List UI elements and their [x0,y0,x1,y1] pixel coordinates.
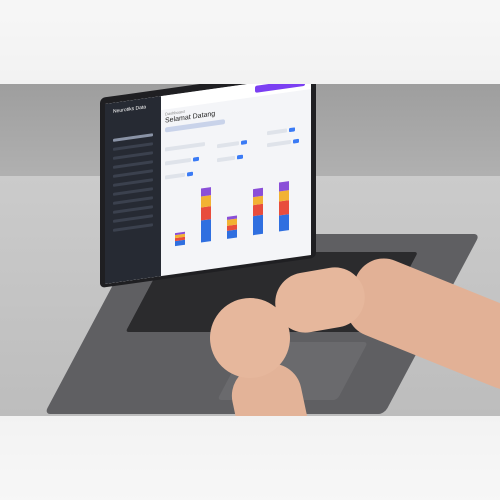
chart-bar-segment [279,213,289,232]
sidebar-item[interactable] [113,160,153,169]
chart-bar-segment [279,189,289,202]
stacked-bar-chart [165,168,305,258]
app-sidebar: Neurotiks Data [105,96,161,284]
laptop-screen: Neurotiks Data Dashboard Selamat Datang [105,84,311,284]
sidebar-item[interactable] [113,142,153,151]
filter-toggle[interactable] [187,171,193,177]
chart-bar-segment [201,195,211,208]
chart-bar-segment [253,214,263,236]
sidebar-item[interactable] [113,214,153,223]
sidebar-item[interactable] [113,133,153,142]
filter-toggle[interactable] [193,156,199,162]
chart-bar-segment [279,200,289,216]
filter-toggle[interactable] [241,140,247,145]
sidebar-item[interactable] [113,205,153,214]
filter-toggle[interactable] [289,127,295,133]
sidebar-item[interactable] [113,223,153,232]
filter-toggle[interactable] [293,138,299,144]
sidebar-item[interactable] [113,187,153,196]
filter-label [267,139,291,148]
sidebar-title: Neurotiks Data [113,104,147,115]
filter-toggle[interactable] [237,154,243,160]
sidebar-item[interactable] [113,178,153,187]
main-photo-area: Neurotiks Data Dashboard Selamat Datang [0,84,500,416]
chart-bar-segment [279,181,289,192]
filter-label [165,141,205,152]
chart-bar-segment [253,196,263,206]
filter-label [165,172,185,180]
filter-label [217,155,235,163]
chart-bar-segment [201,187,211,197]
sidebar-item[interactable] [113,169,153,178]
sidebar-item[interactable] [113,151,153,160]
filter-label [267,128,287,136]
chart-bar-segment [201,219,211,243]
chart-bar-segment [201,206,211,221]
chart-bar-segment [253,204,263,217]
faded-top-strip [0,0,500,84]
faded-bottom-strip [0,416,500,500]
laptop-photo: Neurotiks Data Dashboard Selamat Datang [0,0,500,500]
filter-label [165,157,191,166]
chart-bar-segment [227,229,237,239]
filter-label [217,141,239,149]
sidebar-item[interactable] [113,196,153,205]
chart-bar-segment [253,187,263,198]
